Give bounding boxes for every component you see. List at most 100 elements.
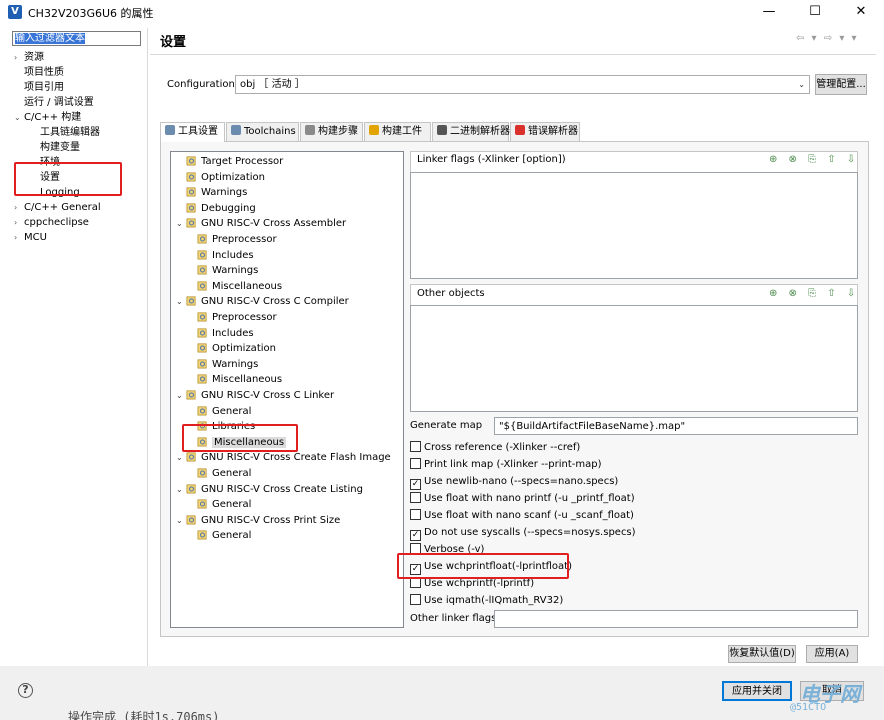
tool-settings-icon: [197, 281, 207, 291]
settings-tree-item[interactable]: Optimization: [186, 170, 265, 185]
history-nav[interactable]: ⇦ ▾ ⇨ ▾ ▾: [796, 33, 859, 44]
configuration-select[interactable]: obj ［ 活动 ］ ⌄: [235, 75, 810, 94]
filter-input[interactable]: 输入过滤器文本: [12, 31, 141, 46]
help-icon[interactable]: ?: [18, 683, 33, 698]
left-nav-item-label: C/C++ General: [24, 202, 101, 213]
settings-tree-item[interactable]: Preprocessor: [197, 232, 277, 247]
window-title: CH32V203G6U6 的属性: [28, 7, 154, 20]
tool-settings-icon: [197, 343, 207, 353]
expand-arrow-icon[interactable]: ›: [14, 200, 24, 215]
left-nav-item[interactable]: 项目性质: [14, 65, 101, 80]
settings-tree-item[interactable]: Warnings: [197, 357, 258, 372]
tab[interactable]: 错误解析器: [510, 122, 580, 141]
option-checkbox[interactable]: ✓: [410, 530, 421, 541]
option-label: Print link map (-Xlinker --print-map): [424, 459, 602, 470]
close-button[interactable]: ✕: [838, 0, 884, 24]
apply-button[interactable]: 应用(A): [806, 645, 858, 663]
other-objects-list[interactable]: [410, 305, 858, 412]
settings-tree-item[interactable]: General: [197, 466, 251, 481]
console-output: 操作完成 (耗时1s.706ms): [68, 710, 220, 720]
linker-option[interactable]: Use iqmath(-lIQmath_RV32): [410, 593, 563, 608]
settings-tree-item[interactable]: ⌄ GNU RISC-V Cross Create Flash Image: [176, 450, 391, 465]
option-checkbox[interactable]: [410, 441, 421, 452]
settings-tree-item[interactable]: Miscellaneous: [197, 372, 282, 387]
chevron-down-icon[interactable]: ⌄: [176, 450, 186, 465]
manage-configurations-button[interactable]: 管理配置...: [815, 74, 867, 95]
other-objects-toolbar[interactable]: ⊕ ⊗ ⎘ ⇧ ⇩: [769, 288, 859, 299]
left-nav-item[interactable]: › MCU: [14, 230, 101, 245]
tab[interactable]: 构建步骤: [300, 122, 363, 141]
tab[interactable]: Toolchains: [226, 122, 299, 141]
settings-tree-item[interactable]: ⌄ GNU RISC-V Cross Create Listing: [176, 482, 363, 497]
tab[interactable]: 构建工件: [364, 122, 431, 141]
maximize-button[interactable]: ☐: [792, 0, 838, 24]
chevron-down-icon[interactable]: ⌄: [176, 482, 186, 497]
artifact-icon: [369, 125, 379, 135]
chevron-down-icon[interactable]: ⌄: [176, 513, 186, 528]
settings-tree-item[interactable]: Preprocessor: [197, 310, 277, 325]
linker-option[interactable]: Cross reference (-Xlinker --cref): [410, 440, 580, 455]
expand-arrow-icon[interactable]: ›: [14, 230, 24, 245]
settings-tree-item[interactable]: ⌄ GNU RISC-V Cross Assembler: [176, 216, 346, 231]
settings-tree-item[interactable]: Warnings: [197, 263, 258, 278]
tab[interactable]: 工具设置: [160, 122, 225, 142]
expand-arrow-icon[interactable]: ›: [14, 215, 24, 230]
expand-arrow-icon[interactable]: ⌄: [14, 110, 24, 125]
generate-map-input[interactable]: "${BuildArtifactFileBaseName}.map": [494, 417, 858, 435]
settings-tree-item[interactable]: Target Processor: [186, 154, 283, 169]
chevron-down-icon[interactable]: ⌄: [176, 294, 186, 309]
settings-tree-item[interactable]: Debugging: [186, 201, 256, 216]
left-nav-item-label: 资源: [24, 52, 44, 63]
option-checkbox[interactable]: ✓: [410, 479, 421, 490]
linker-option[interactable]: Print link map (-Xlinker --print-map): [410, 457, 602, 472]
tool-settings-icon: [186, 484, 196, 494]
option-checkbox[interactable]: [410, 492, 421, 503]
settings-tree-item[interactable]: General: [197, 497, 251, 512]
settings-tree-item[interactable]: Optimization: [197, 341, 276, 356]
left-nav-item[interactable]: › 资源: [14, 50, 101, 65]
tool-settings-icon: [197, 468, 207, 478]
linker-option[interactable]: ✓ Do not use syscalls (--specs=nosys.spec…: [410, 525, 636, 541]
other-linker-flags-input[interactable]: [494, 610, 858, 628]
linker-flags-toolbar[interactable]: ⊕ ⊗ ⎘ ⇧ ⇩: [769, 154, 859, 165]
tool-settings-icon: [186, 390, 196, 400]
tab[interactable]: 二进制解析器: [432, 122, 510, 141]
settings-tree-item[interactable]: Miscellaneous: [197, 279, 282, 294]
settings-tree-item[interactable]: Includes: [197, 248, 254, 263]
settings-tree-item[interactable]: Includes: [197, 326, 254, 341]
left-nav-item[interactable]: ⌄ C/C++ 构建: [14, 110, 101, 125]
restore-defaults-button[interactable]: 恢复默认值(D): [728, 645, 796, 663]
linker-option[interactable]: ✓ Use newlib-nano (--specs=nano.specs): [410, 474, 618, 490]
watermark-sub: @51CTO: [790, 702, 827, 713]
left-nav-item[interactable]: › C/C++ General: [14, 200, 101, 215]
settings-tree-item[interactable]: ⌄ GNU RISC-V Cross C Linker: [176, 388, 334, 403]
other-objects-label: Other objects: [417, 288, 485, 299]
settings-tree-item[interactable]: General: [197, 528, 251, 543]
settings-tree-item[interactable]: ⌄ GNU RISC-V Cross C Compiler: [176, 294, 349, 309]
option-checkbox[interactable]: [410, 458, 421, 469]
chevron-down-icon[interactable]: ⌄: [176, 388, 186, 403]
left-nav-item[interactable]: › cppcheclipse: [14, 215, 101, 230]
settings-tree-item[interactable]: General: [197, 404, 251, 419]
expand-arrow-icon[interactable]: ›: [14, 50, 24, 65]
generate-map-label: Generate map: [410, 420, 483, 431]
configuration-label: Configuration:: [167, 79, 239, 90]
left-nav-item[interactable]: 构建变量: [14, 140, 101, 155]
settings-tree-label: GNU RISC-V Cross Print Size: [201, 514, 341, 526]
option-checkbox[interactable]: [410, 509, 421, 520]
settings-tree-item[interactable]: ⌄ GNU RISC-V Cross Print Size: [176, 513, 340, 528]
apply-and-close-button[interactable]: 应用并关闭: [722, 681, 792, 701]
left-nav-item[interactable]: 工具链编辑器: [14, 125, 101, 140]
option-checkbox[interactable]: [410, 594, 421, 605]
linker-flags-list[interactable]: [410, 172, 858, 279]
left-nav-item[interactable]: 项目引用: [14, 80, 101, 95]
left-nav-item[interactable]: 运行 / 调试设置: [14, 95, 101, 110]
linker-option[interactable]: Use float with nano printf (-u _printf_f…: [410, 491, 635, 506]
minimize-button[interactable]: —: [746, 0, 792, 24]
tool-settings-icon: [197, 374, 207, 384]
settings-tree-label: Optimization: [212, 343, 276, 355]
tab-label: 构建步骤: [318, 126, 358, 137]
linker-option[interactable]: Use float with nano scanf (-u _scanf_flo…: [410, 508, 634, 523]
settings-tree-item[interactable]: Warnings: [186, 185, 247, 200]
chevron-down-icon[interactable]: ⌄: [176, 216, 186, 231]
